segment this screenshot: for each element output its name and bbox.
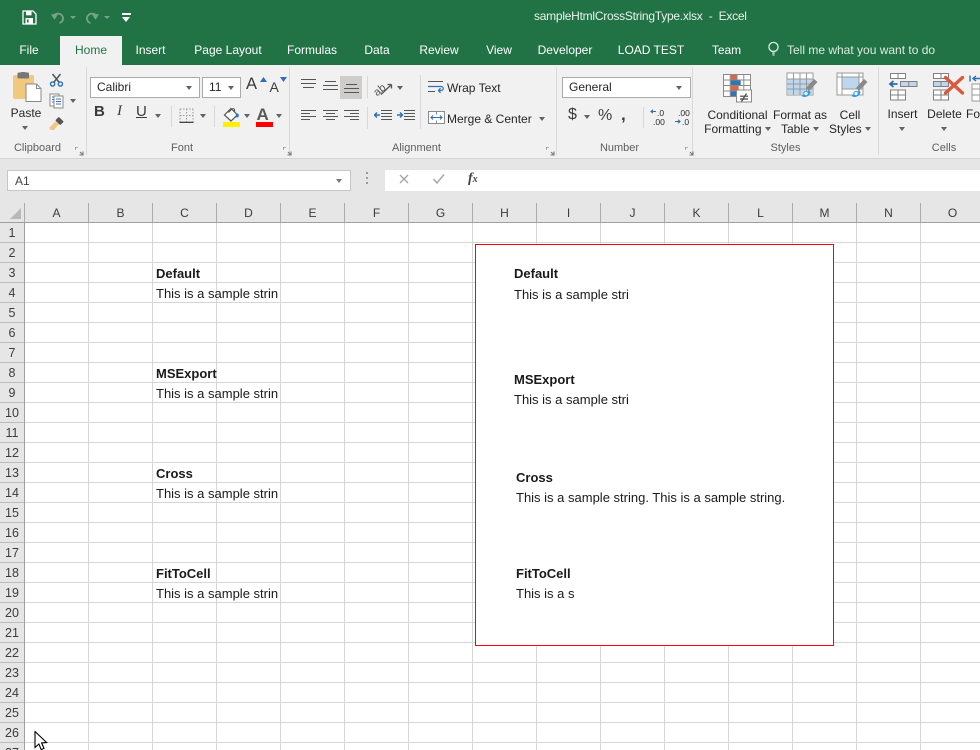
svg-text:.00: .00 bbox=[653, 117, 665, 126]
svg-text:.0: .0 bbox=[682, 117, 689, 126]
